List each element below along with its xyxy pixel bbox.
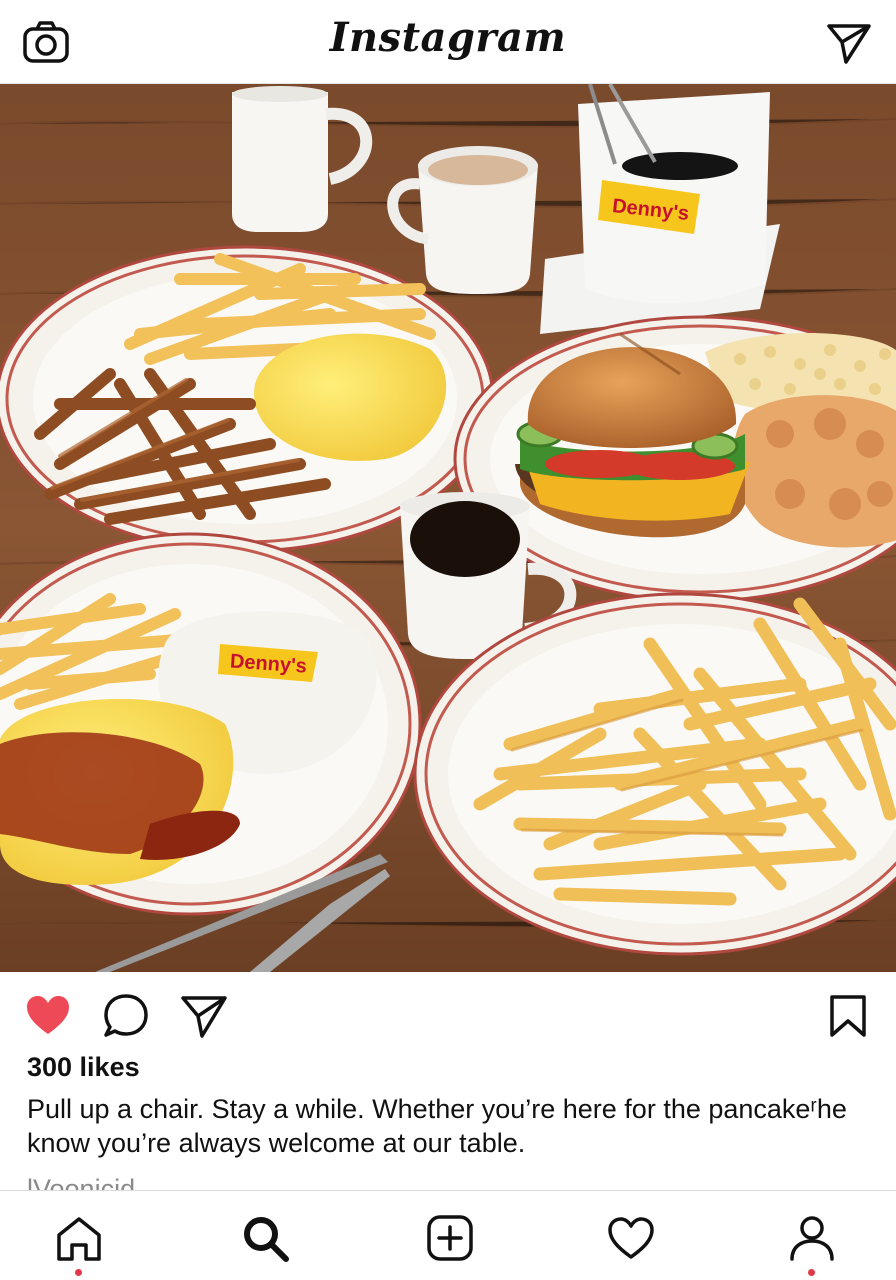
paper-plane-icon[interactable] [180,992,228,1040]
home-notification-dot [75,1269,82,1276]
bottom-nav [0,1190,896,1280]
post-caption: Pull up a chair. Stay a while. Whether y… [27,1094,847,1158]
caption-more[interactable]: lVoonicid [27,1172,135,1192]
heart-filled-icon[interactable] [24,992,72,1040]
activity-heart-icon[interactable] [606,1213,656,1263]
top-bar: Instagram [0,0,896,84]
comment-bubble-icon[interactable] [102,992,150,1040]
home-icon[interactable] [54,1213,104,1263]
post-image[interactable]: Denny's Denny's [0,84,896,972]
profile-icon[interactable] [787,1213,837,1263]
search-icon[interactable] [240,1213,290,1263]
bookmark-icon[interactable] [828,994,868,1038]
add-post-icon[interactable] [425,1213,475,1263]
app-title: Instagram [329,14,567,61]
paper-plane-icon[interactable] [826,20,872,66]
post-actions [0,972,896,1052]
profile-notification-dot [808,1269,815,1276]
likes-count[interactable]: 300 likes [27,1052,140,1083]
